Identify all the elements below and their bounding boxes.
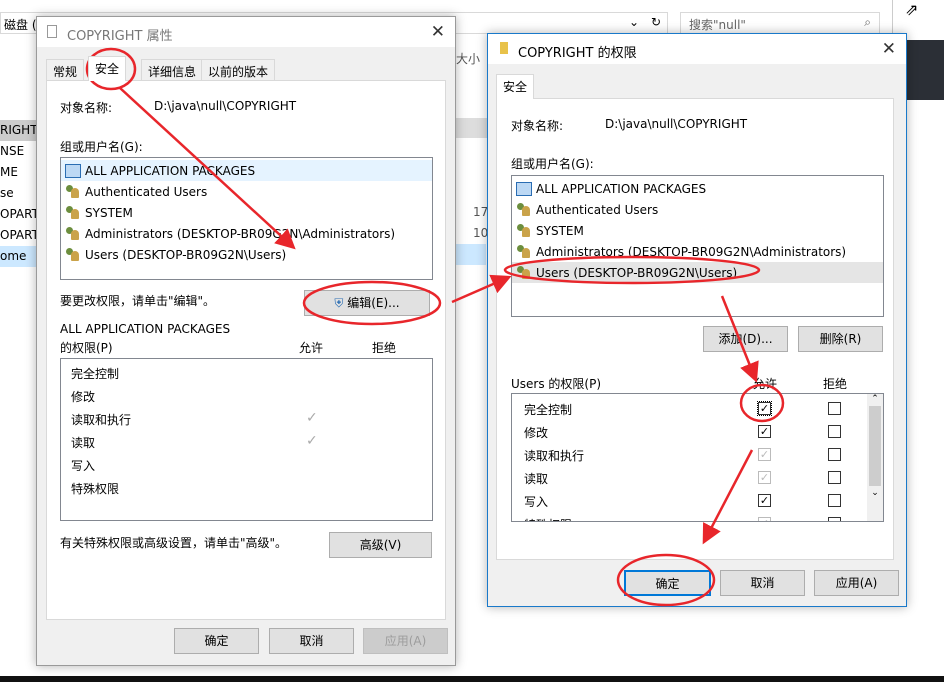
arrow (702, 449, 754, 545)
arrow (720, 295, 759, 383)
highlight-ellipse (302, 280, 442, 326)
highlight-ellipse (503, 255, 761, 285)
tab-security[interactable]: 安全 (496, 74, 535, 99)
tab-security[interactable]: 安全 (88, 56, 127, 81)
highlight-ellipse (739, 383, 785, 423)
arrow (119, 87, 296, 250)
annotation-overlay (85, 47, 785, 607)
arrow (451, 274, 512, 304)
highlight-ellipse (616, 553, 716, 607)
